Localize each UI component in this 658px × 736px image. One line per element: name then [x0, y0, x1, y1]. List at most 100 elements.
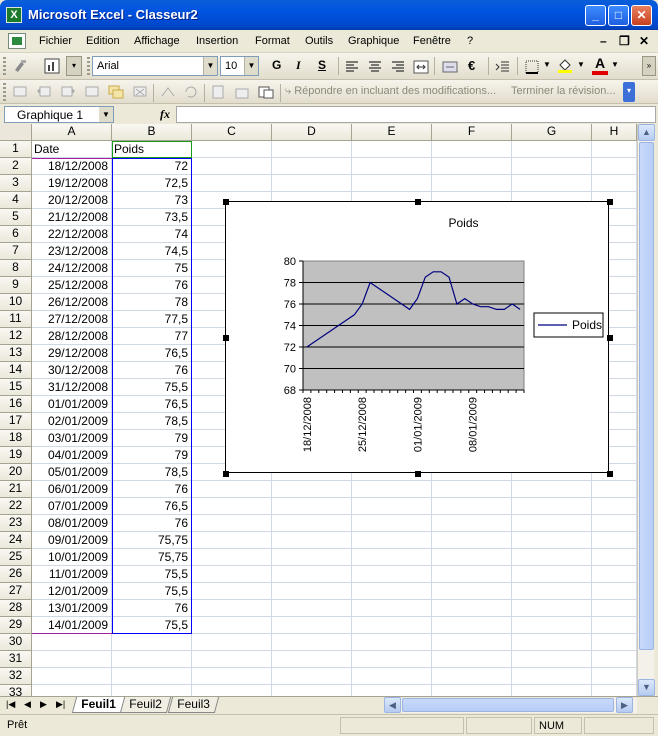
cell-h24[interactable] [592, 532, 637, 549]
font-color-icon[interactable]: A [592, 55, 608, 75]
bold-button[interactable]: G [272, 58, 281, 72]
euro-button[interactable]: € [468, 58, 475, 73]
cell-d27[interactable] [272, 583, 352, 600]
chevron-down-icon[interactable]: ▼ [99, 107, 113, 122]
cell-b24[interactable]: 75,75 [112, 532, 192, 549]
toolbar-grip[interactable] [87, 57, 90, 76]
currency-style-icon[interactable] [442, 59, 458, 75]
cell-c33[interactable] [192, 685, 272, 696]
cell-b26[interactable]: 75,5 [112, 566, 192, 583]
cell-b4[interactable]: 73 [112, 192, 192, 209]
cell-g22[interactable] [512, 498, 592, 515]
menu-affichage[interactable]: Affichage [134, 35, 180, 47]
row-header[interactable]: 18 [0, 430, 32, 447]
row-header[interactable]: 13 [0, 345, 32, 362]
cell-a1[interactable]: Date [32, 141, 112, 158]
chevron-down-icon[interactable]: ▼ [611, 60, 619, 69]
vertical-scrollbar[interactable]: ▲ ▼ [637, 124, 655, 696]
chart-resize-handle[interactable] [223, 199, 229, 205]
cell-c1[interactable] [192, 141, 272, 158]
cell-d31[interactable] [272, 651, 352, 668]
cell-d26[interactable] [272, 566, 352, 583]
cell-a33[interactable] [32, 685, 112, 696]
row-header[interactable]: 17 [0, 413, 32, 430]
chart-resize-handle[interactable] [223, 471, 229, 477]
cell-a12[interactable]: 28/12/2008 [32, 328, 112, 345]
cell-c26[interactable] [192, 566, 272, 583]
cell-a25[interactable]: 10/01/2009 [32, 549, 112, 566]
cell-e32[interactable] [352, 668, 432, 685]
cell-f27[interactable] [432, 583, 512, 600]
column-header-b[interactable]: B [112, 124, 192, 141]
cell-f23[interactable] [432, 515, 512, 532]
row-header[interactable]: 10 [0, 294, 32, 311]
cell-g23[interactable] [512, 515, 592, 532]
cell-g21[interactable] [512, 481, 592, 498]
doc-minimize-button[interactable]: – [600, 34, 607, 48]
cell-b14[interactable]: 76 [112, 362, 192, 379]
cell-h30[interactable] [592, 634, 637, 651]
cell-f22[interactable] [432, 498, 512, 515]
cell-c21[interactable] [192, 481, 272, 498]
row-header[interactable]: 33 [0, 685, 32, 696]
chevron-down-icon[interactable]: ▼ [543, 60, 551, 69]
chart-resize-handle[interactable] [223, 335, 229, 341]
cell-g24[interactable] [512, 532, 592, 549]
cell-c23[interactable] [192, 515, 272, 532]
cell-a13[interactable]: 29/12/2008 [32, 345, 112, 362]
cell-f1[interactable] [432, 141, 512, 158]
cell-b18[interactable]: 79 [112, 430, 192, 447]
toolbar-options-chevron[interactable]: » [642, 56, 656, 76]
row-header[interactable]: 24 [0, 532, 32, 549]
doc-restore-button[interactable]: ❐ [619, 34, 630, 48]
sheet-tab-feuil1[interactable]: Feuil1 [71, 697, 125, 713]
menu-edition[interactable]: Edition [86, 35, 120, 47]
send-mail-icon[interactable] [258, 84, 274, 100]
cell-c27[interactable] [192, 583, 272, 600]
row-header[interactable]: 4 [0, 192, 32, 209]
cell-b1[interactable]: Poids [112, 141, 192, 158]
cell-f30[interactable] [432, 634, 512, 651]
cell-a6[interactable]: 22/12/2008 [32, 226, 112, 243]
cell-h1[interactable] [592, 141, 637, 158]
chevron-down-icon[interactable]: ▼ [577, 60, 585, 69]
cell-c32[interactable] [192, 668, 272, 685]
cell-d22[interactable] [272, 498, 352, 515]
cell-e3[interactable] [352, 175, 432, 192]
cell-g27[interactable] [512, 583, 592, 600]
cell-e22[interactable] [352, 498, 432, 515]
row-header[interactable]: 2 [0, 158, 32, 175]
column-header-h[interactable]: H [592, 124, 637, 141]
cell-a8[interactable]: 24/12/2008 [32, 260, 112, 277]
cell-a21[interactable]: 06/01/2009 [32, 481, 112, 498]
cell-a22[interactable]: 07/01/2009 [32, 498, 112, 515]
cell-a28[interactable]: 13/01/2009 [32, 600, 112, 617]
row-header[interactable]: 8 [0, 260, 32, 277]
cell-c3[interactable] [192, 175, 272, 192]
cell-d24[interactable] [272, 532, 352, 549]
row-header[interactable]: 9 [0, 277, 32, 294]
cell-a32[interactable] [32, 668, 112, 685]
cell-d21[interactable] [272, 481, 352, 498]
cell-d30[interactable] [272, 634, 352, 651]
scroll-right-button[interactable]: ▶ [616, 697, 633, 713]
cell-c30[interactable] [192, 634, 272, 651]
cell-b12[interactable]: 77 [112, 328, 192, 345]
cell-b13[interactable]: 76,5 [112, 345, 192, 362]
cell-e28[interactable] [352, 600, 432, 617]
cell-b16[interactable]: 76,5 [112, 396, 192, 413]
cell-e1[interactable] [352, 141, 432, 158]
cell-c2[interactable] [192, 158, 272, 175]
cell-e33[interactable] [352, 685, 432, 696]
cell-c22[interactable] [192, 498, 272, 515]
underline-button[interactable]: S [318, 58, 326, 72]
cell-c31[interactable] [192, 651, 272, 668]
row-header[interactable]: 12 [0, 328, 32, 345]
cell-h27[interactable] [592, 583, 637, 600]
cell-a4[interactable]: 20/12/2008 [32, 192, 112, 209]
cell-a2[interactable]: 18/12/2008 [32, 158, 112, 175]
cell-h23[interactable] [592, 515, 637, 532]
toolbar-grip[interactable] [3, 83, 6, 101]
cell-a5[interactable]: 21/12/2008 [32, 209, 112, 226]
cell-h26[interactable] [592, 566, 637, 583]
